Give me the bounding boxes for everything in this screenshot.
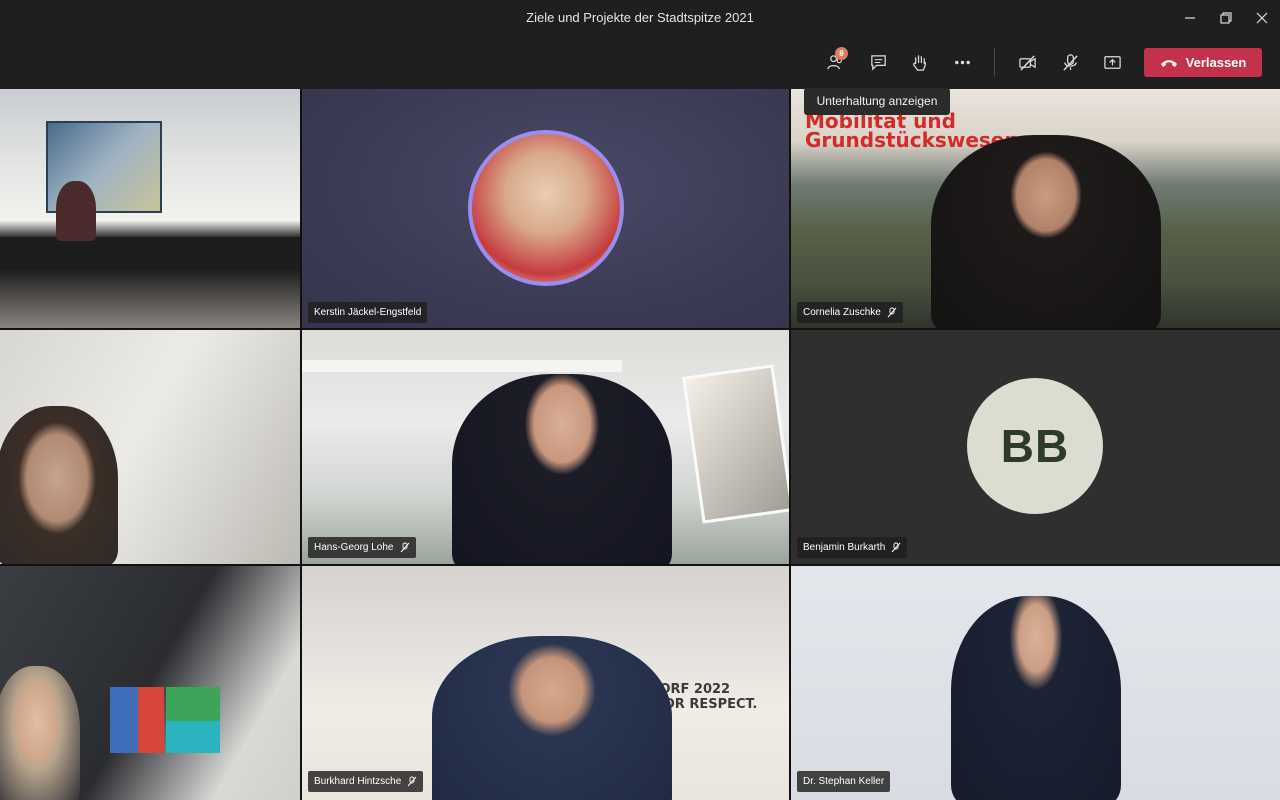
video-tile-participant-4[interactable]	[0, 330, 300, 564]
leave-button-label: Verlassen	[1185, 55, 1247, 70]
ceiling-light	[302, 360, 622, 372]
minimize-icon	[1185, 16, 1195, 19]
conference-table	[0, 237, 300, 267]
participants-button[interactable]: 8	[820, 47, 850, 77]
participant-name: Kerstin Jäckel-Engstfeld	[314, 307, 422, 318]
chat-button[interactable]	[863, 47, 893, 77]
minimize-button[interactable]	[1172, 0, 1208, 35]
hand-icon	[912, 54, 926, 71]
hang-up-icon	[1160, 59, 1177, 67]
video-tile-burkhard[interactable]: DÜSSELDORF 2022 A HOME FOR RESPECT. Burk…	[302, 566, 789, 800]
participant-initials-avatar: BB	[967, 378, 1103, 514]
participant-name: Cornelia Zuschke	[803, 307, 881, 318]
participant-name-tag: Benjamin Burkarth	[797, 537, 908, 558]
chat-icon	[870, 54, 886, 71]
meeting-toolbar: 8 Verlassen	[0, 35, 1280, 89]
video-tile-stephan-keller[interactable]: Dr. Stephan Keller	[791, 566, 1280, 800]
video-tile-benjamin[interactable]: BB Benjamin Burkarth	[791, 330, 1280, 564]
participant-figure	[951, 596, 1121, 800]
title-bar: Ziele und Projekte der Stadtspitze 2021	[0, 0, 1280, 35]
close-icon	[1256, 12, 1268, 23]
participant-name: Benjamin Burkarth	[803, 542, 886, 553]
participant-name: Burkhard Hintzsche	[314, 776, 402, 787]
mic-off-icon	[1062, 53, 1078, 71]
more-icon	[954, 60, 970, 64]
mic-off-icon	[400, 542, 409, 553]
participant-figure	[0, 406, 118, 564]
window-title: Ziele und Projekte der Stadtspitze 2021	[526, 10, 754, 25]
participant-figure	[56, 181, 96, 241]
mic-off-icon	[891, 542, 901, 553]
mic-off-icon	[887, 307, 897, 318]
leave-button[interactable]: Verlassen	[1144, 48, 1262, 77]
camera-off-icon	[1018, 54, 1036, 71]
restore-button[interactable]	[1208, 0, 1244, 35]
show-conversation-tooltip: Unterhaltung anzeigen	[804, 88, 950, 115]
logo-blue-block	[110, 687, 138, 753]
share-screen-button[interactable]	[1097, 47, 1127, 77]
video-tile-conference-room[interactable]	[0, 89, 300, 328]
participant-name-tag: Kerstin Jäckel-Engstfeld	[308, 302, 428, 323]
participant-name-tag: Cornelia Zuschke	[797, 302, 903, 323]
participant-figure	[432, 636, 672, 800]
participant-name-tag: Dr. Stephan Keller	[797, 771, 891, 792]
participant-name: Dr. Stephan Keller	[803, 776, 885, 787]
more-actions-button[interactable]	[947, 47, 977, 77]
logo-cyan-block	[166, 721, 220, 753]
logo-red-block	[138, 687, 164, 753]
participant-name: Hans-Georg Lohe	[314, 542, 394, 553]
video-tile-hans-georg[interactable]: Hans-Georg Lohe	[302, 330, 789, 564]
participant-figure	[0, 666, 80, 800]
video-grid: Kerstin Jäckel-Engstfeld auen, Mobilität…	[0, 89, 1280, 800]
logo-green-block	[166, 687, 220, 721]
video-tile-participant-7[interactable]	[0, 566, 300, 800]
wall-picture	[682, 364, 789, 524]
restore-icon	[1220, 11, 1232, 24]
participant-name-tag: Burkhard Hintzsche	[308, 771, 424, 792]
mic-toggle-button[interactable]	[1055, 47, 1085, 77]
toolbar-divider	[994, 48, 995, 76]
share-screen-icon	[1103, 55, 1121, 69]
raise-hand-button[interactable]	[904, 47, 934, 77]
video-tile-kerstin[interactable]: Kerstin Jäckel-Engstfeld	[302, 89, 789, 328]
participant-avatar	[468, 130, 624, 286]
participant-figure	[452, 374, 672, 564]
participant-figure	[931, 135, 1161, 328]
participant-name-tag: Hans-Georg Lohe	[308, 537, 416, 558]
camera-toggle-button[interactable]	[1012, 47, 1042, 77]
video-tile-cornelia[interactable]: auen, Mobilität und Grundstückswesen Cor…	[791, 89, 1280, 328]
mic-off-icon	[407, 776, 417, 787]
close-button[interactable]	[1244, 0, 1280, 35]
participants-count-badge: 8	[835, 47, 848, 60]
